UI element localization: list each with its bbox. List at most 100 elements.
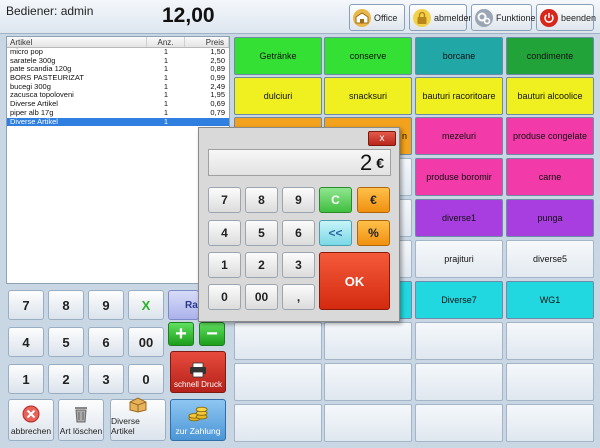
article-list[interactable]: Artikel Anz. Preis micro pop 1 1,50 sarate… — [6, 36, 230, 284]
article-name: saratele 300g — [10, 56, 56, 65]
calculator-close-button[interactable]: x — [368, 131, 396, 146]
calc-key-5[interactable]: 5 — [245, 220, 278, 246]
column-anzahl[interactable]: Anz. — [147, 37, 185, 47]
calc-backspace-button[interactable]: << — [319, 220, 352, 246]
key-8[interactable]: 8 — [48, 290, 84, 320]
article-row-selected[interactable]: Diverse Artikel 1 — [7, 117, 229, 127]
operator-label: Bediener: admin — [6, 4, 94, 18]
article-row[interactable]: Diverse Artikel 1 0,69 — [7, 99, 229, 109]
gears-icon — [475, 8, 493, 27]
calc-key-comma[interactable]: , — [282, 284, 315, 310]
calc-key-8[interactable]: 8 — [245, 187, 278, 213]
category-produse-congelate[interactable]: produse congelate — [506, 117, 594, 155]
plus-button[interactable]: + — [168, 322, 194, 346]
category-prajituri[interactable]: prajituri — [415, 240, 503, 278]
category-empty[interactable] — [415, 404, 503, 442]
delete-article-button[interactable]: Art löschen — [58, 399, 104, 441]
article-name: Diverse Artikel — [10, 100, 58, 109]
logout-button[interactable]: abmelden — [409, 4, 474, 31]
article-row[interactable]: zacusca topoloveni 1 1,95 — [7, 91, 229, 100]
key-6[interactable]: 6 — [88, 327, 124, 357]
category-bauturi-alcoolice[interactable]: bauturi alcoolice — [506, 77, 594, 115]
calc-key-7[interactable]: 7 — [208, 187, 241, 213]
category-mezeluri[interactable]: mezeluri — [415, 117, 503, 155]
category-snacksuri[interactable]: snacksuri — [324, 77, 412, 115]
minus-button[interactable]: − — [199, 322, 225, 346]
quick-print-button[interactable]: schnell Druck — [170, 351, 226, 393]
calc-key-3[interactable]: 3 — [282, 252, 315, 278]
calc-key-9[interactable]: 9 — [282, 187, 315, 213]
calculator-value: 2 — [359, 149, 373, 175]
article-row[interactable]: micro pop 1 1,50 — [7, 47, 229, 57]
key-5[interactable]: 5 — [48, 327, 84, 357]
calc-percent-button[interactable]: % — [357, 220, 390, 246]
category-diverse5[interactable]: diverse5 — [506, 240, 594, 278]
article-row[interactable]: saratele 300g 1 2,50 — [7, 56, 229, 66]
category-empty[interactable] — [324, 363, 412, 401]
calc-key-0[interactable]: 0 — [208, 284, 241, 310]
calc-key-2[interactable]: 2 — [245, 252, 278, 278]
top-bar: Bediener: admin 12,00 Office abmelden Fu… — [0, 0, 600, 34]
calc-key-4[interactable]: 4 — [208, 220, 241, 246]
category-empty[interactable] — [234, 363, 322, 401]
category-bauturi-racoritoare[interactable]: bauturi racoritoare — [415, 77, 503, 115]
category-punga[interactable]: punga — [506, 199, 594, 237]
article-row[interactable]: BORS PASTEURIZAT 1 0,99 — [7, 73, 229, 83]
category-empty[interactable] — [506, 363, 594, 401]
calc-ok-button[interactable]: OK — [319, 252, 390, 310]
category-condimente[interactable]: condimente — [506, 37, 594, 75]
calculator-dialog: x 2 € 7 8 9 C € 4 5 6 << % 1 2 3 0 00 , … — [198, 127, 400, 322]
checkout-label: zur Zahlung — [175, 426, 221, 436]
quit-button[interactable]: beenden — [536, 4, 596, 31]
calc-key-00[interactable]: 00 — [245, 284, 278, 310]
category-produse-boromir[interactable]: produse boromir — [415, 158, 503, 196]
category-empty[interactable] — [415, 363, 503, 401]
category-empty[interactable] — [506, 404, 594, 442]
category-borcane[interactable]: borcane — [415, 37, 503, 75]
key-7[interactable]: 7 — [8, 290, 44, 320]
category-getraenke[interactable]: Getränke — [234, 37, 322, 75]
key-1[interactable]: 1 — [8, 364, 44, 394]
category-carne[interactable]: carne — [506, 158, 594, 196]
key-3[interactable]: 3 — [88, 364, 124, 394]
article-name: piper alb 17g — [10, 108, 54, 117]
article-row[interactable]: bucegi 300g 1 2,49 — [7, 82, 229, 92]
key-4[interactable]: 4 — [8, 327, 44, 357]
column-artikel[interactable]: Artikel — [7, 37, 147, 47]
category-empty[interactable] — [234, 322, 322, 360]
key-multiply[interactable]: X — [128, 290, 164, 320]
diverse-article-label: Diverse Artikel — [111, 416, 140, 436]
total-display: 12,00 — [162, 4, 215, 27]
category-empty[interactable] — [324, 322, 412, 360]
calc-key-6[interactable]: 6 — [282, 220, 315, 246]
category-diverse1[interactable]: diverse1 — [415, 199, 503, 237]
key-9[interactable]: 9 — [88, 290, 124, 320]
key-00[interactable]: 00 — [128, 327, 164, 357]
key-2[interactable]: 2 — [48, 364, 84, 394]
article-name: pate scandia 120g — [10, 65, 72, 74]
column-preis[interactable]: Preis — [185, 37, 229, 47]
calc-clear-button[interactable]: C — [319, 187, 352, 213]
office-button[interactable]: Office — [349, 4, 405, 31]
calculator-currency: € — [376, 154, 384, 171]
rabatt-button[interactable]: Rab — [168, 290, 204, 320]
category-empty[interactable] — [506, 322, 594, 360]
category-diverse7[interactable]: Diverse7 — [415, 281, 503, 319]
calc-euro-button[interactable]: € — [357, 187, 390, 213]
category-conserve[interactable]: conserve — [324, 37, 412, 75]
category-empty[interactable] — [324, 404, 412, 442]
category-dulciuri[interactable]: dulciuri — [234, 77, 322, 115]
cancel-button[interactable]: abbrechen — [8, 399, 54, 441]
checkout-button[interactable]: zur Zahlung — [170, 399, 226, 441]
article-price — [185, 118, 229, 127]
category-empty[interactable] — [415, 322, 503, 360]
calc-key-1[interactable]: 1 — [208, 252, 241, 278]
article-row[interactable]: piper alb 17g 1 0,79 — [7, 108, 229, 118]
key-0[interactable]: 0 — [128, 364, 164, 394]
category-wg1[interactable]: WG1 — [506, 281, 594, 319]
diverse-article-button[interactable]: Diverse Artikel — [110, 397, 166, 441]
article-row[interactable]: pate scandia 120g 1 0,89 — [7, 65, 229, 74]
category-empty[interactable] — [234, 404, 322, 442]
article-name: zacusca topoloveni — [10, 91, 74, 100]
functions-button[interactable]: Funktionen — [471, 4, 541, 31]
